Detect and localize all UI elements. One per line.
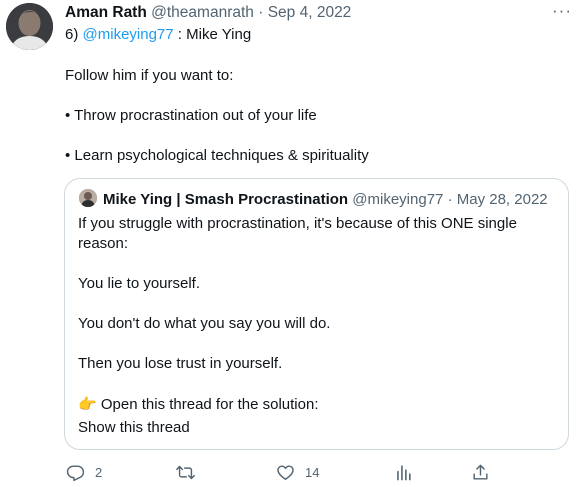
more-options-button[interactable]: ··· [552,1,572,21]
tweet-action-bar: 2 14 [0,463,578,483]
reply-button[interactable]: 2 [66,463,102,482]
author-avatar[interactable] [6,3,53,50]
share-icon [473,464,488,480]
retweet-icon [176,465,195,480]
author-avatar-image [6,3,53,50]
share-button[interactable] [471,463,490,482]
quoted-line-2: reason: [78,235,129,252]
quoted-tweet-date: May 28, 2022 [456,191,548,208]
quoted-header-separator: · [447,191,453,208]
author-handle[interactable]: @theamanrath [151,4,254,21]
quoted-line-5: Then you lose trust in yourself. [78,355,283,372]
retweet-button[interactable] [176,463,205,482]
quoted-tweet-card[interactable]: Mike Ying | Smash Procrastination @mikey… [64,178,569,450]
like-count: 14 [305,465,320,480]
mention-suffix: : Mike Ying [177,26,252,43]
quoted-author-handle: @mikeying77 [352,191,444,208]
quoted-line-1: If you struggle with procrastination, it… [78,215,517,232]
like-icon [277,465,294,480]
tweet-line-1: 6) @mikeying77 : Mike Ying [65,26,251,43]
author-name[interactable]: Aman Rath [65,4,147,21]
reply-icon [66,465,85,482]
quoted-author-name: Mike Ying | Smash Procrastination [103,191,349,208]
quoted-line-3: You lie to yourself. [78,275,201,292]
tweet-line-2: Follow him if you want to: [65,67,234,84]
quoted-avatar-image [79,189,97,207]
tweet-bullet-2: • Learn psychological techniques & spiri… [65,147,369,164]
pointing-hand-emoji: 👉 [78,396,97,413]
tweet-number: 6) [65,26,79,43]
analytics-button[interactable] [394,463,413,482]
mention-link[interactable]: @mikeying77 [83,26,174,43]
reply-count: 2 [95,465,103,480]
quoted-line-4: You don't do what you say you will do. [78,315,331,332]
tweet-header: Aman Rath @theamanrath · Sep 4, 2022 [65,4,351,22]
quoted-tweet-header: Mike Ying | Smash Procrastination @mikey… [103,191,548,208]
analytics-icon [397,465,411,481]
header-separator: · [258,4,264,21]
quoted-line-6: 👉 Open this thread for the solution: [78,395,319,413]
show-thread-link[interactable]: Show this thread [78,419,190,436]
tweet-date[interactable]: Sep 4, 2022 [268,4,352,21]
quoted-line-6-text: Open this thread for the solution: [100,396,319,413]
like-button[interactable]: 14 [276,463,319,482]
quoted-author-avatar [79,189,97,207]
tweet-bullet-1: • Throw procrastination out of your life [65,107,317,124]
